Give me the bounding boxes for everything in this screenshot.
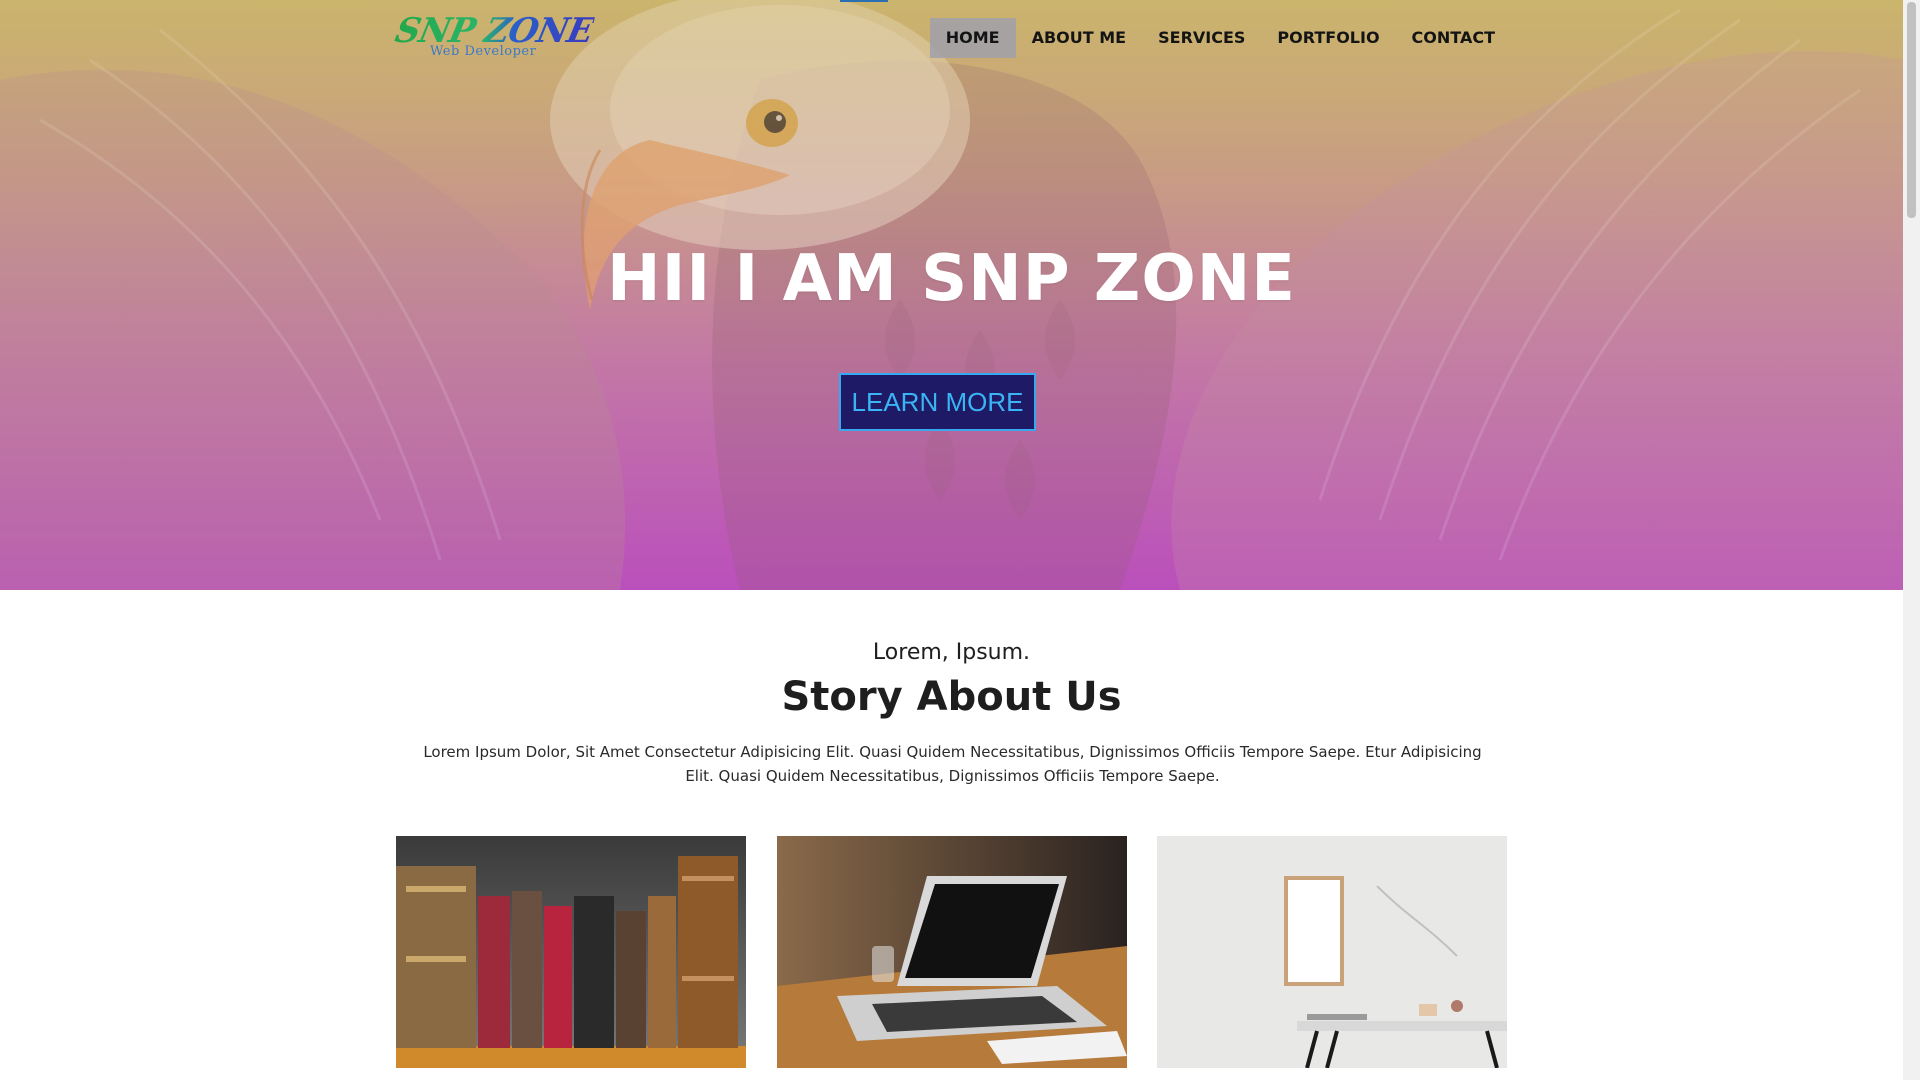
hero-title: HII I AM SNP ZONE xyxy=(607,242,1296,316)
hero-section: SNP ZONE Web Developer HOME ABOUT ME SER… xyxy=(0,0,1903,590)
page-scrollbar[interactable] xyxy=(1903,0,1920,1080)
laptop-image-card[interactable] xyxy=(777,836,1127,1068)
logo-subtitle: Web Developer xyxy=(430,44,537,59)
section-description: Lorem Ipsum Dolor, Sit Amet Consectetur … xyxy=(423,743,1482,785)
logo-title: SNP ZONE xyxy=(391,11,597,51)
nav-item-services[interactable]: SERVICES xyxy=(1142,18,1261,58)
scrollbar-thumb[interactable] xyxy=(1907,2,1916,218)
nav-item-about-me[interactable]: ABOUT ME xyxy=(1016,18,1143,58)
nav-item-portfolio[interactable]: PORTFOLIO xyxy=(1261,18,1395,58)
site-logo[interactable]: SNP ZONE Web Developer xyxy=(392,11,597,60)
frame-and-desk-photo-icon xyxy=(1157,836,1507,1068)
nav-item-contact[interactable]: CONTACT xyxy=(1396,18,1511,58)
learn-more-button[interactable]: LEARN MORE xyxy=(839,373,1036,431)
old-books-photo-icon xyxy=(396,836,746,1068)
image-gallery xyxy=(396,836,1508,1068)
navbar: SNP ZONE Web Developer HOME ABOUT ME SER… xyxy=(0,0,1903,76)
laptop-on-desk-photo-icon xyxy=(777,836,1127,1068)
books-image-card[interactable] xyxy=(396,836,746,1068)
main-nav: HOME ABOUT ME SERVICES PORTFOLIO CONTACT xyxy=(929,18,1511,58)
nav-item-home[interactable]: HOME xyxy=(929,18,1016,58)
section-title: Story About Us xyxy=(781,674,1122,720)
section-kicker: Lorem, Ipsum. xyxy=(872,640,1031,665)
workspace-image-card[interactable] xyxy=(1157,836,1507,1068)
